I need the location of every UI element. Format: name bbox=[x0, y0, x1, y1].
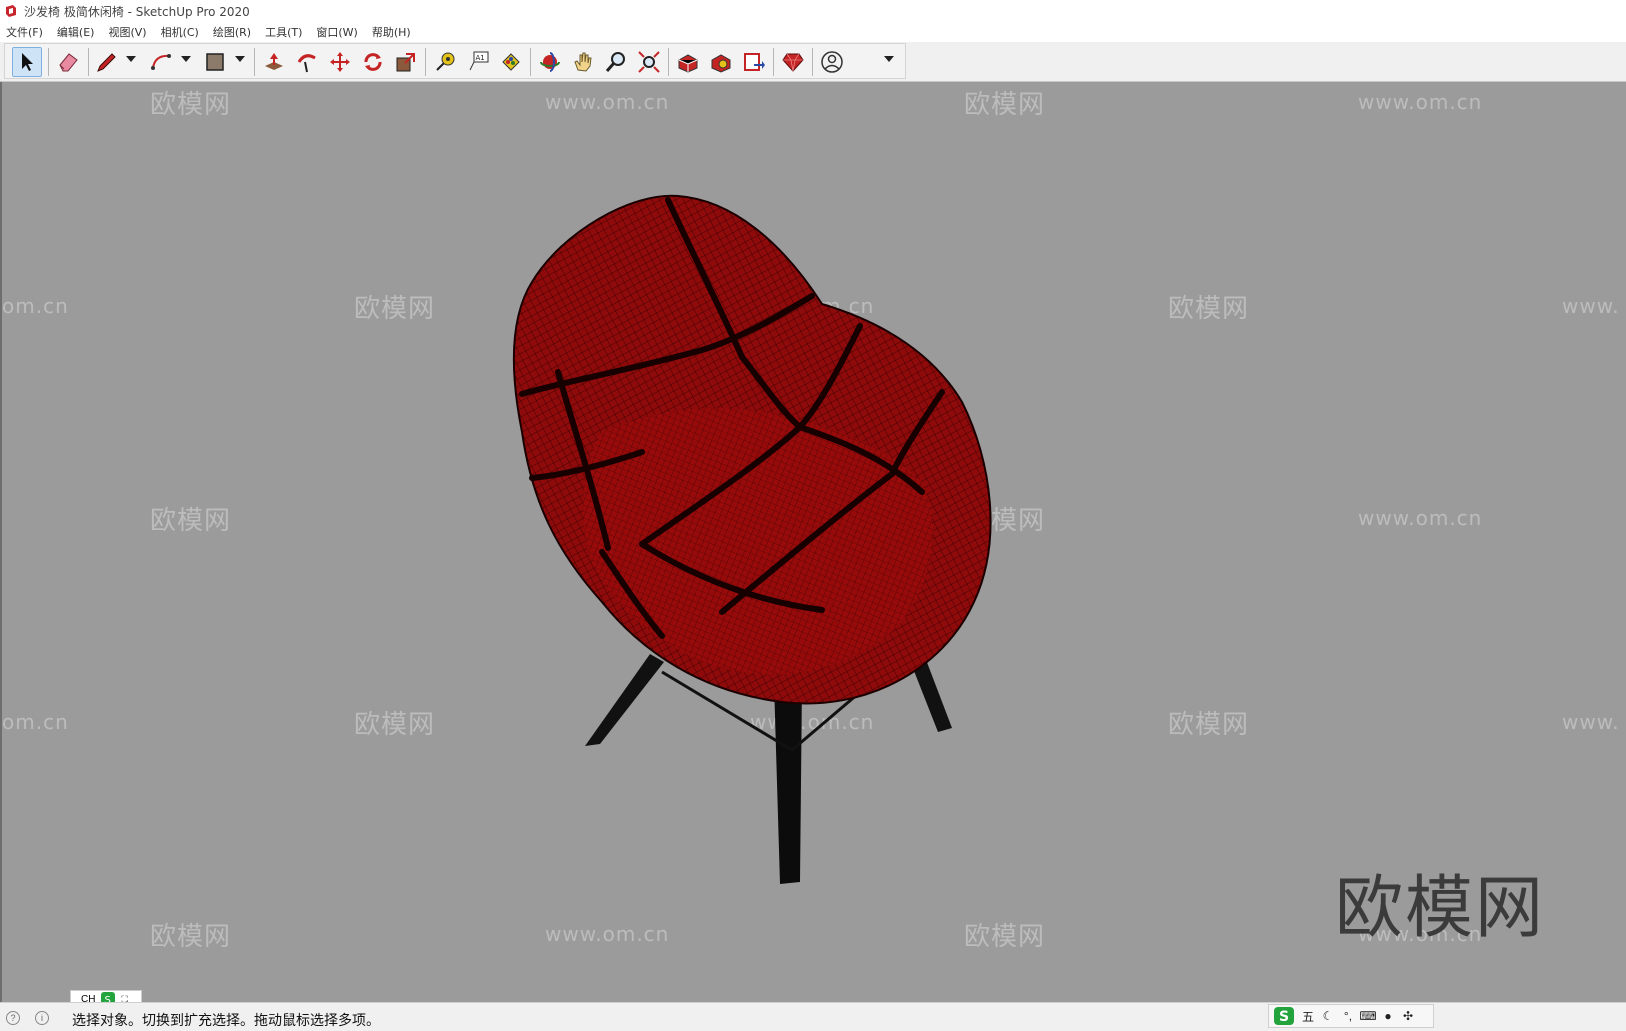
large-tool-set-toolbar: A1 bbox=[0, 42, 1626, 82]
scale-icon bbox=[396, 53, 415, 72]
toolbar-separator bbox=[425, 48, 426, 76]
move-icon bbox=[330, 52, 350, 72]
eraser-tool-button[interactable] bbox=[53, 47, 83, 77]
tape-measure-icon bbox=[436, 52, 455, 71]
paint-bucket-tool-button[interactable] bbox=[496, 47, 526, 77]
tape-measure-tool-button[interactable] bbox=[430, 47, 460, 77]
toolbar-separator bbox=[48, 48, 49, 76]
follow-me-icon bbox=[297, 54, 316, 73]
rectangle-tool-dropdown[interactable] bbox=[235, 56, 245, 62]
sketchup-logo-icon bbox=[6, 5, 16, 17]
menu-edit[interactable]: 编辑(E) bbox=[57, 24, 95, 40]
menu-file[interactable]: 文件(F) bbox=[6, 24, 43, 40]
menu-draw[interactable]: 绘图(R) bbox=[213, 24, 251, 40]
rotate-icon bbox=[364, 53, 382, 71]
ime-toolbar[interactable]: S 五 ☾ °, ⌨ ● ✣ bbox=[1268, 1004, 1434, 1028]
punctuation-icon[interactable]: °, bbox=[1341, 1009, 1355, 1023]
line-tool-dropdown[interactable] bbox=[126, 56, 136, 62]
toolbar-separator bbox=[812, 48, 813, 76]
layout-send-icon bbox=[744, 53, 765, 71]
3d-warehouse-button[interactable] bbox=[673, 47, 703, 77]
zoom-extents-tool-button[interactable] bbox=[634, 47, 664, 77]
keyboard-icon[interactable]: ⌨ bbox=[1359, 1009, 1376, 1023]
toolbar-separator bbox=[254, 48, 255, 76]
account-button[interactable] bbox=[817, 47, 847, 77]
follow-me-tool-button[interactable] bbox=[292, 47, 322, 77]
zoom-icon bbox=[605, 52, 625, 72]
moon-half-width-icon[interactable]: ☾ bbox=[1321, 1009, 1335, 1023]
rectangle-tool-button[interactable] bbox=[200, 47, 230, 77]
geolocation-status-icon[interactable]: ? bbox=[6, 1011, 20, 1025]
toolbar-separator bbox=[668, 48, 669, 76]
send-to-layout-button[interactable] bbox=[739, 47, 769, 77]
arc-icon bbox=[151, 54, 171, 70]
text-label-icon: A1 bbox=[469, 51, 489, 71]
skin-grid-icon[interactable]: ✣ bbox=[1401, 1009, 1415, 1023]
arc-tool-dropdown[interactable] bbox=[181, 56, 191, 62]
user-icon[interactable]: ● bbox=[1381, 1009, 1395, 1023]
svg-text:S: S bbox=[1279, 1009, 1289, 1025]
ime-input-mode[interactable]: 五 bbox=[1301, 1009, 1315, 1024]
pan-tool-button[interactable] bbox=[568, 47, 598, 77]
modeling-viewport[interactable]: 欧模网 www.om.cn 欧模网 www.om.cn om.cn 欧模网 ww… bbox=[0, 82, 1626, 1002]
credits-status-icon[interactable]: i bbox=[35, 1011, 49, 1025]
status-message: 选择对象。切换到扩充选择。拖动鼠标选择多项。 bbox=[72, 1013, 380, 1029]
orbit-icon bbox=[540, 52, 560, 72]
extension-manager-button[interactable] bbox=[778, 47, 808, 77]
line-tool-button[interactable] bbox=[92, 47, 122, 77]
rotate-tool-button[interactable] bbox=[358, 47, 388, 77]
select-arrow-icon bbox=[22, 53, 33, 71]
eraser-icon bbox=[59, 53, 78, 72]
toolbar-separator bbox=[773, 48, 774, 76]
window-title: 沙发椅 极简休闲椅 - SketchUp Pro 2020 bbox=[24, 4, 250, 19]
zoom-tool-button[interactable] bbox=[601, 47, 631, 77]
zoom-extents-icon bbox=[638, 51, 660, 73]
select-tool-button[interactable] bbox=[12, 47, 42, 77]
pencil-line-icon bbox=[97, 53, 116, 72]
orbit-tool-button[interactable] bbox=[535, 47, 565, 77]
chair-3d-model[interactable] bbox=[2, 82, 1626, 1002]
sogou-logo-icon: S bbox=[1274, 1007, 1294, 1025]
title-bar: 沙发椅 极简休闲椅 - SketchUp Pro 2020 bbox=[0, 0, 1626, 22]
toolbar-separator bbox=[530, 48, 531, 76]
extension-warehouse-button[interactable] bbox=[706, 47, 736, 77]
menu-window[interactable]: 窗口(W) bbox=[316, 24, 357, 40]
menu-tools[interactable]: 工具(T) bbox=[265, 24, 302, 40]
menu-camera[interactable]: 相机(C) bbox=[161, 24, 199, 40]
paint-bucket-icon bbox=[502, 53, 520, 71]
menu-view[interactable]: 视图(V) bbox=[108, 24, 146, 40]
arc-tool-button[interactable] bbox=[146, 47, 176, 77]
push-pull-icon bbox=[265, 53, 283, 70]
pan-hand-icon bbox=[574, 52, 592, 72]
3d-warehouse-icon bbox=[678, 54, 698, 73]
menu-help[interactable]: 帮助(H) bbox=[372, 24, 411, 40]
account-icon bbox=[821, 51, 843, 73]
svg-text:A1: A1 bbox=[476, 54, 485, 62]
text-tool-button[interactable]: A1 bbox=[463, 47, 493, 77]
chair-seat-shell bbox=[512, 194, 992, 705]
push-pull-tool-button[interactable] bbox=[259, 47, 289, 77]
scale-tool-button[interactable] bbox=[391, 47, 421, 77]
rectangle-icon bbox=[206, 53, 224, 71]
toolbar-separator bbox=[88, 48, 89, 76]
menu-bar: 文件(F) 编辑(E) 视图(V) 相机(C) 绘图(R) 工具(T) 窗口(W… bbox=[0, 22, 1626, 42]
account-dropdown[interactable] bbox=[884, 56, 894, 62]
move-tool-button[interactable] bbox=[325, 47, 355, 77]
extension-warehouse-icon bbox=[711, 54, 731, 73]
ruby-extension-icon bbox=[782, 53, 804, 72]
